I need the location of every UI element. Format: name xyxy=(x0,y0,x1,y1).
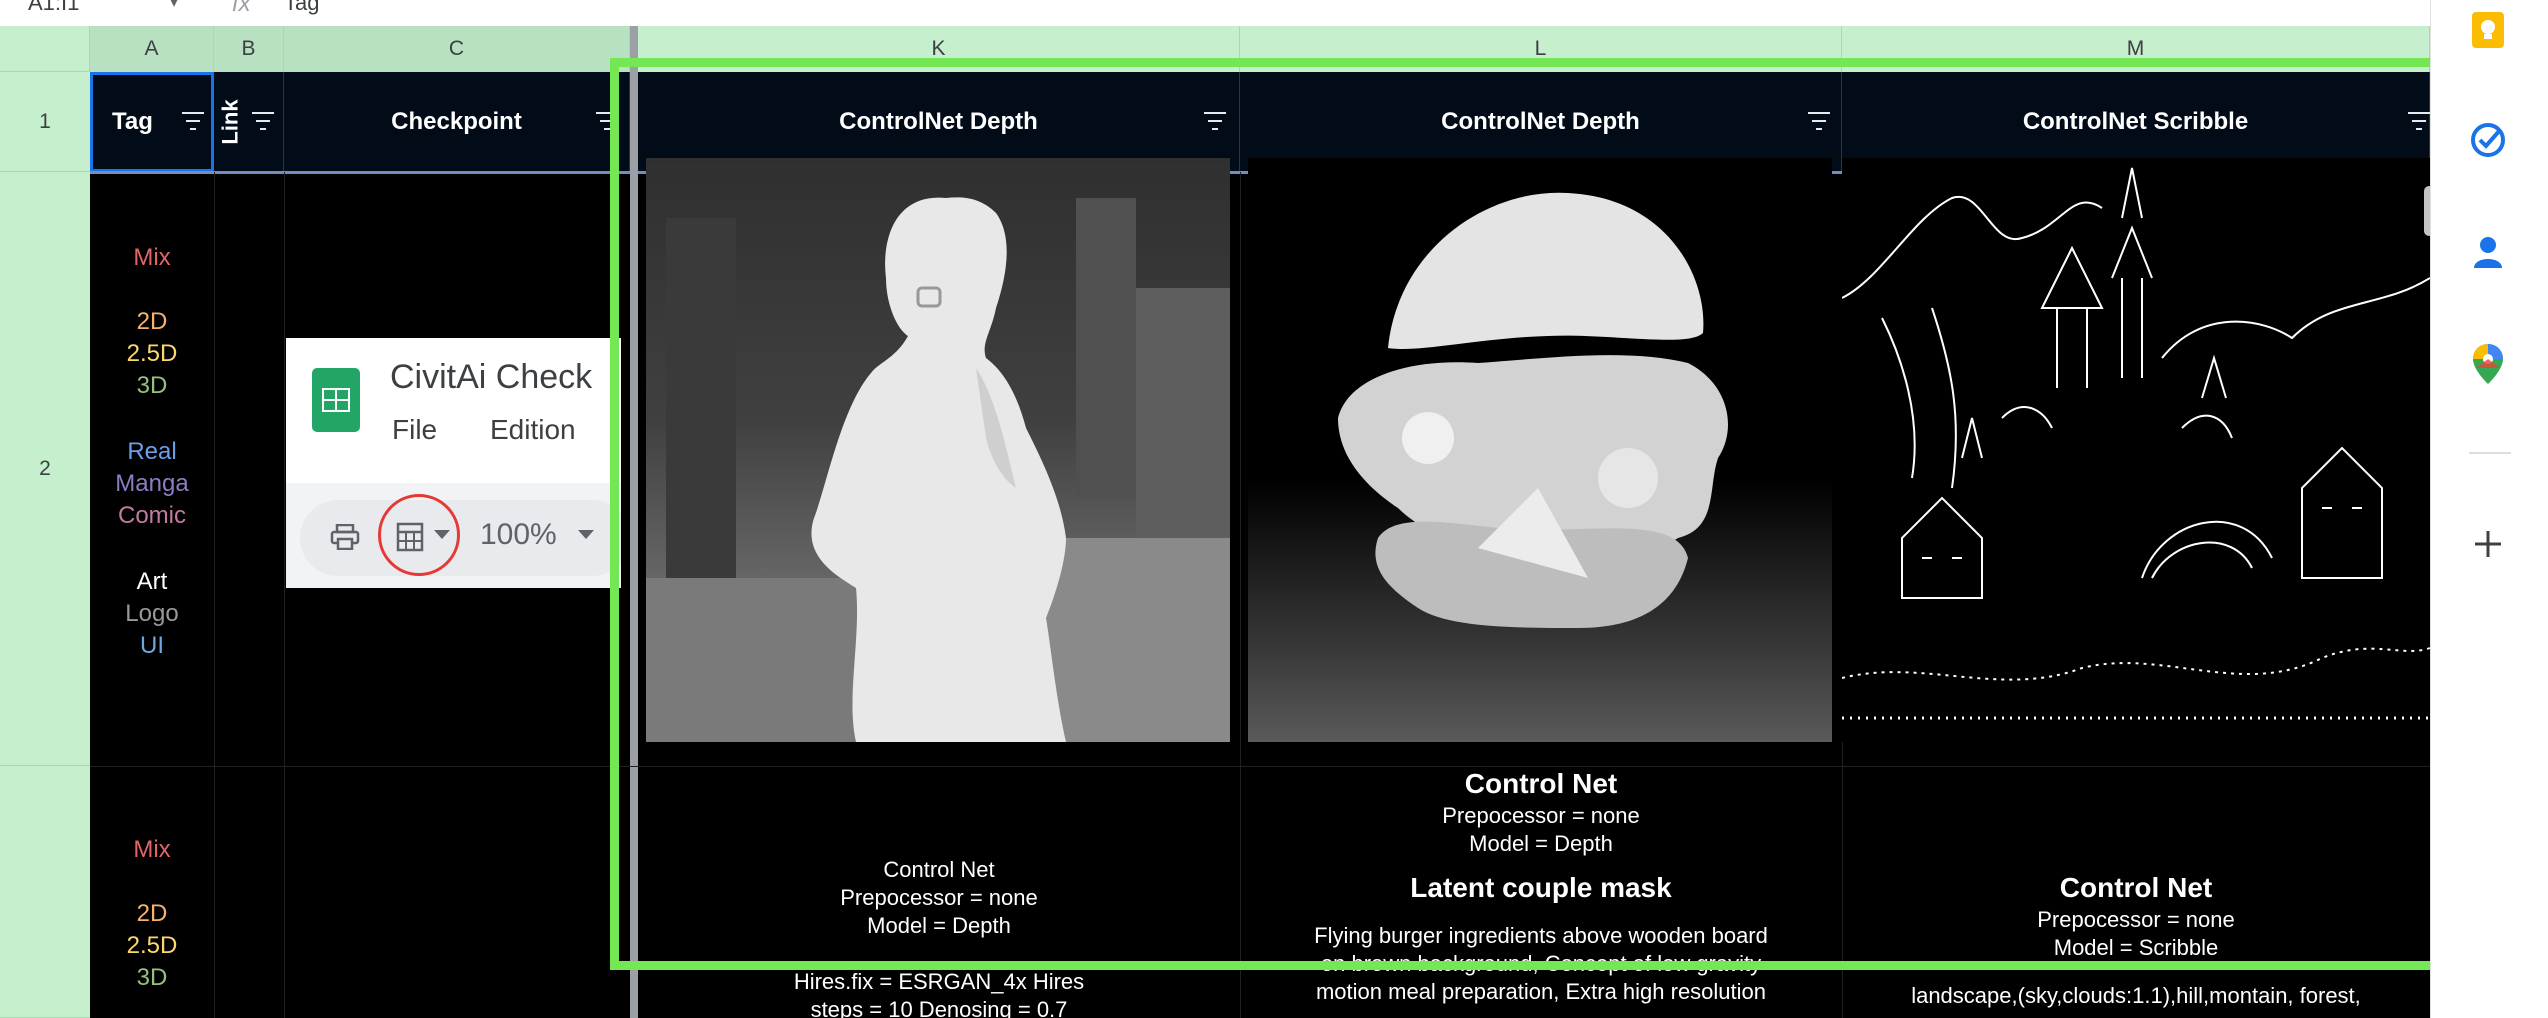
tag-ui: UI xyxy=(140,632,164,659)
header-link-label: Link xyxy=(217,99,243,145)
header-cell-controlnet-depth-k[interactable]: ControlNet Depth xyxy=(638,72,1240,172)
header-l-label: ControlNet Depth xyxy=(1441,108,1640,135)
tag-real: Real xyxy=(127,438,177,465)
header-m-label: ControlNet Scribble xyxy=(2022,108,2249,135)
header-cell-checkpoint[interactable]: Checkpoint xyxy=(284,72,630,172)
tag-mix: Mix xyxy=(133,836,171,863)
embedded-zoom: 100% xyxy=(480,518,557,551)
header-cell-controlnet-scribble[interactable]: ControlNet Scribble xyxy=(1842,72,2430,172)
column-header-c[interactable]: C xyxy=(284,26,630,72)
tag-3d: 3D xyxy=(136,964,168,991)
depth-map-image-burger xyxy=(1248,158,1832,742)
m-prompt: landscape,(sky,clouds:1.1),hill,montain,… xyxy=(1911,983,2361,1008)
header-cell-controlnet-depth-l[interactable]: ControlNet Depth xyxy=(1240,72,1842,172)
tag-manga: Manga xyxy=(115,470,189,497)
filter-icon[interactable] xyxy=(594,110,620,132)
m-model: Model = Scribble xyxy=(2053,935,2219,960)
l-prompt-line-2: on brown background, Concept of low grav… xyxy=(1320,951,1762,976)
column-header-m[interactable]: M xyxy=(1842,26,2430,72)
l-subtitle: Latent couple mask xyxy=(1410,872,1672,903)
formula-input[interactable]: Tag xyxy=(284,0,319,16)
contacts-icon[interactable] xyxy=(2468,232,2508,272)
sheets-logo-icon xyxy=(312,368,360,432)
cell-m-text: Control Net Prepocessor = none Model = S… xyxy=(1842,870,2430,1010)
column-header-b[interactable]: B xyxy=(214,26,284,72)
l-preprocessor: Prepocessor = none xyxy=(1442,803,1640,828)
select-all-corner[interactable] xyxy=(0,26,90,72)
k-model: Model = Depth xyxy=(867,913,1011,938)
embedded-screenshot: CivitAi Check File Edition 100% xyxy=(286,338,621,588)
embedded-toolbar: CivitAi Check File Edition xyxy=(286,338,621,483)
k-title: Control Net xyxy=(883,857,995,882)
tag-comic: Comic xyxy=(117,502,186,529)
scribble-image-landscape xyxy=(1842,158,2430,742)
filter-icon[interactable] xyxy=(250,110,276,132)
l-title: Control Net xyxy=(1464,768,1618,799)
column-header-k[interactable]: K xyxy=(638,26,1240,72)
name-box[interactable]: A1:I1 xyxy=(28,0,79,16)
divider xyxy=(2469,452,2511,454)
tag-2d: 2D xyxy=(136,308,168,335)
tag-art: Art xyxy=(136,568,168,595)
gridline xyxy=(214,172,215,1018)
selected-cell-a1 xyxy=(90,72,214,172)
embedded-menu-file: File xyxy=(392,414,438,445)
embedded-title: CivitAi Check xyxy=(390,358,593,396)
tag-logo: Logo xyxy=(125,600,179,627)
filter-icon[interactable] xyxy=(1202,110,1228,132)
gridline xyxy=(284,172,285,1018)
spreadsheet-grid[interactable]: A B C K L M 1 2 Tag Link Checkpoint Cont… xyxy=(0,26,2430,1018)
column-header-a[interactable]: A xyxy=(90,26,214,72)
print-icon xyxy=(330,523,360,551)
frozen-column-divider[interactable] xyxy=(630,26,638,1018)
k-extra-1: Hires.fix = ESRGAN_4x Hires xyxy=(793,969,1085,994)
embedded-menu-edition: Edition xyxy=(490,414,576,445)
header-k-label: ControlNet Depth xyxy=(839,108,1038,135)
cell-k-text: Control Net Prepocessor = none Model = D… xyxy=(638,856,1240,1018)
formula-bar: A1:I1 ▾ fx Tag xyxy=(0,0,2430,27)
l-prompt-line-3: motion meal preparation, Extra high reso… xyxy=(1315,979,1767,1004)
highlight-circle xyxy=(378,494,460,576)
k-preprocessor: Prepocessor = none xyxy=(840,885,1038,910)
column-header-l[interactable]: L xyxy=(1240,26,1842,72)
depth-map-image-silhouette xyxy=(646,158,1230,742)
tag-mix: Mix xyxy=(133,244,171,271)
m-preprocessor: Prepocessor = none xyxy=(2037,907,2235,932)
row-header-2[interactable]: 2 xyxy=(0,172,90,766)
m-title: Control Net xyxy=(2059,872,2213,903)
tag-3d: 3D xyxy=(136,372,168,399)
filter-icon[interactable] xyxy=(1806,110,1832,132)
cell-l-text: Control Net Prepocessor = none Model = D… xyxy=(1240,766,1842,1006)
tag-2-5d: 2.5D xyxy=(126,932,178,959)
tasks-icon[interactable] xyxy=(2468,120,2508,160)
tag-2d: 2D xyxy=(136,900,168,927)
row-header-1[interactable]: 1 xyxy=(0,72,90,172)
l-model: Model = Depth xyxy=(1469,831,1613,856)
row-header-3[interactable] xyxy=(0,766,90,1018)
side-panel xyxy=(2430,0,2548,1018)
keep-icon[interactable] xyxy=(2468,10,2508,50)
tag-2-5d: 2.5D xyxy=(126,340,178,367)
fx-icon: fx xyxy=(232,0,251,17)
l-prompt-line-1: Flying burger ingredients above wooden b… xyxy=(1314,923,1768,948)
header-checkpoint-label: Checkpoint xyxy=(391,108,522,135)
chevron-down-icon[interactable]: ▾ xyxy=(170,0,178,12)
k-extra-2: steps = 10 Denosing = 0.7 xyxy=(810,997,1068,1018)
chevron-down-icon xyxy=(578,530,594,539)
filter-icon[interactable] xyxy=(2406,110,2430,132)
maps-icon[interactable] xyxy=(2468,344,2508,384)
add-icon[interactable] xyxy=(2468,524,2508,564)
